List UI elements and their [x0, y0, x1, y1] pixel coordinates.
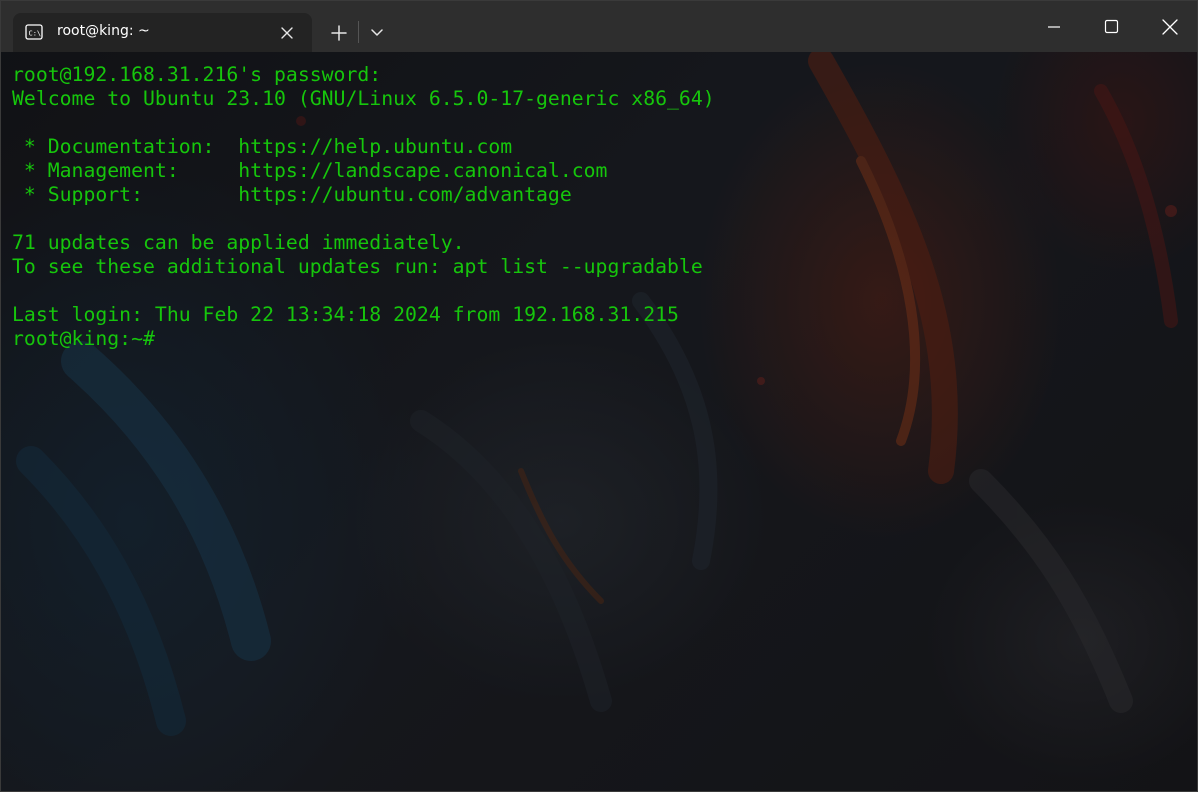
- svg-text:C:\: C:\: [29, 30, 42, 38]
- close-icon[interactable]: [277, 23, 297, 43]
- terminal-line: * Management: https://landscape.canonica…: [12, 159, 608, 182]
- terminal-line: 71 updates can be applied immediately.: [12, 231, 465, 254]
- terminal-line: Last login: Thu Feb 22 13:34:18 2024 fro…: [12, 303, 679, 326]
- terminal-prompt: root@king:~#: [12, 327, 155, 350]
- chevron-down-icon: [371, 29, 383, 36]
- terminal-window: C:\ root@king: ~ root@192.168.31.216's p…: [0, 0, 1198, 792]
- terminal-output: root@192.168.31.216's password: Welcome …: [12, 63, 715, 351]
- terminal-line: * Support: https://ubuntu.com/advantage: [12, 183, 572, 206]
- tab-terminal[interactable]: C:\ root@king: ~: [13, 13, 312, 52]
- terminal-pane[interactable]: root@192.168.31.216's password: Welcome …: [1, 52, 1197, 791]
- terminal-line: Welcome to Ubuntu 23.10 (GNU/Linux 6.5.0…: [12, 87, 715, 110]
- maximize-icon: [1104, 19, 1119, 34]
- tab-dropdown-button[interactable]: [361, 17, 393, 49]
- new-tab-button[interactable]: [323, 17, 355, 49]
- terminal-icon: C:\: [25, 23, 43, 41]
- close-window-button[interactable]: [1141, 1, 1197, 52]
- minimize-button[interactable]: [1025, 1, 1083, 52]
- maximize-button[interactable]: [1083, 1, 1141, 52]
- toolbar-separator: [358, 21, 359, 43]
- terminal-line: root@192.168.31.216's password:: [12, 63, 382, 86]
- terminal-line: To see these additional updates run: apt…: [12, 255, 703, 278]
- terminal-line: * Documentation: https://help.ubuntu.com: [12, 135, 513, 158]
- tab-label: root@king: ~: [57, 23, 150, 39]
- title-bar: C:\ root@king: ~: [1, 1, 1197, 52]
- minimize-icon: [1048, 26, 1060, 28]
- close-icon: [1162, 19, 1178, 35]
- plus-icon: [331, 25, 347, 41]
